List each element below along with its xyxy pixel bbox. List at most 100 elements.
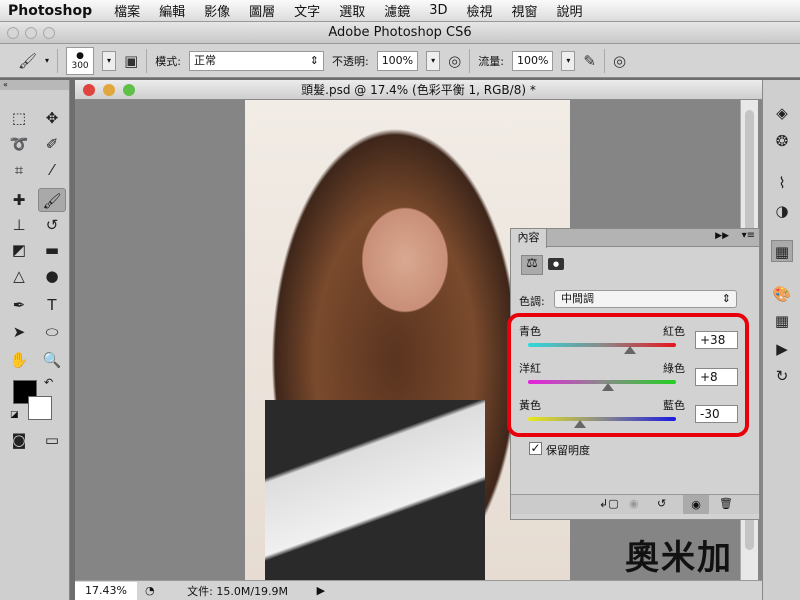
doc-zoom-button[interactable] [123,84,135,96]
status-menu-arrow[interactable]: ▶ [317,584,325,597]
airbrush-icon[interactable]: ✎ [583,52,596,70]
default-colors-icon[interactable]: ◪ [10,410,19,420]
layers-icon[interactable]: ◈ [771,102,793,124]
yellow-blue-slider-thumb[interactable] [573,420,586,428]
adjustment-icon[interactable]: ⚖ [521,255,543,275]
mode-label: 模式: [155,54,181,68]
cyan-red-slider[interactable] [528,343,676,347]
minimize-button[interactable] [25,27,37,39]
quick-select-tool-icon[interactable]: ✐ [38,132,66,156]
color-icon[interactable]: 🎨 [771,283,793,305]
doc-minimize-button[interactable] [103,84,115,96]
tool-preset-dropdown[interactable]: ▾ [45,56,49,65]
panel-collapse-icon[interactable]: « [0,80,69,90]
flow-dropdown[interactable]: ▾ [561,50,576,71]
brush-tool-icon[interactable]: 🖌 [18,52,37,70]
eraser-tool-icon[interactable]: ◩ [5,238,33,262]
magenta-green-slider-thumb[interactable] [601,383,614,391]
crop-tool-icon[interactable]: ⌗ [5,158,33,182]
history-icon[interactable]: ↻ [771,365,793,387]
clip-to-layer-icon[interactable]: ↲▢ [599,497,619,510]
shape-tool-icon[interactable]: ⬭ [38,320,66,344]
menu-image[interactable]: 影像 [204,1,230,20]
collapse-panel-icon[interactable]: ▶▶ [715,231,729,241]
reset-icon[interactable]: ↺ [657,497,666,510]
flow-input[interactable]: 100% [511,50,554,71]
actions-icon[interactable]: ▶ [771,338,793,360]
delete-icon[interactable]: 🗑 [719,497,733,510]
divider [146,48,148,73]
cyan-red-slider-thumb[interactable] [624,346,637,354]
menu-layer[interactable]: 圖層 [249,1,275,20]
doc-close-button[interactable] [83,84,95,96]
document-title: 頭髮.psd @ 17.4% (色彩平衡 1, RGB/8) * [301,83,536,97]
tab-properties[interactable]: 內容 [511,229,547,248]
clone-stamp-tool-icon[interactable]: ⊥ [5,213,33,237]
brush-panel-toggle-icon[interactable]: ▣ [124,52,138,70]
menu-view[interactable]: 檢視 [467,1,493,20]
properties-icon[interactable]: ▦ [771,240,793,262]
opacity-input[interactable]: 100% [376,50,419,71]
eyedropper-tool-icon[interactable]: ⁄ [38,158,66,182]
menu-window[interactable]: 視窗 [512,1,538,20]
menu-3d[interactable]: 3D [429,3,447,18]
close-button[interactable] [7,27,19,39]
properties-panel: 內容 ▶▶ ▾≡ ⚖ ● 色調: 中間調 ⇕ 青色 紅色 +38 洋紅 綠色 +8… [507,228,760,520]
paths-icon[interactable]: ⌇ [771,172,793,194]
file-info: 文件: 15.0M/19.9M [187,584,289,598]
brush-tool-icon[interactable]: 🖌 [38,188,66,212]
zoom-button[interactable] [43,27,55,39]
history-brush-tool-icon[interactable]: ↺ [38,213,66,237]
document-title-bar: 頭髮.psd @ 17.4% (色彩平衡 1, RGB/8) * [75,80,762,100]
screen-mode-icon[interactable]: ▭ [38,428,66,452]
visibility-eye-icon[interactable]: ◉ [683,495,709,514]
tone-select[interactable]: 中間調 ⇕ [554,290,737,308]
hand-tool-icon[interactable]: ✋ [5,348,33,372]
zoom-level[interactable]: 17.43% [75,581,137,600]
yellow-blue-slider[interactable] [528,417,676,421]
gradient-tool-icon[interactable]: ▬ [38,238,66,262]
app-menu[interactable]: Photoshop [8,3,92,19]
brush-preset-dropdown[interactable]: ▾ [102,50,117,71]
opacity-dropdown[interactable]: ▾ [426,50,441,71]
menu-filter[interactable]: 濾鏡 [384,1,410,20]
mask-icon[interactable]: ● [548,258,564,270]
app-title: Adobe Photoshop CS6 [328,25,472,40]
yellow-blue-value[interactable]: -30 [695,405,738,423]
menu-file[interactable]: 檔案 [114,1,140,20]
photo-clothing [265,400,485,580]
marquee-tool-icon[interactable]: ⬚ [5,106,33,130]
view-previous-icon[interactable]: ◉ [629,497,639,510]
mode-select[interactable]: 正常 ⇕ [188,50,324,71]
panel-menu-icon[interactable]: ▾≡ [742,230,755,241]
menu-select[interactable]: 選取 [339,1,365,20]
slider-2-left-label: 洋紅 [519,362,541,375]
background-color-swatch[interactable] [28,396,52,420]
dodge-tool-icon[interactable]: ● [38,264,66,288]
pressure-size-icon[interactable]: ◎ [613,52,626,70]
path-select-tool-icon[interactable]: ➤ [5,320,33,344]
lasso-tool-icon[interactable]: ➰ [5,132,33,156]
move-tool-icon[interactable]: ✥ [38,106,66,130]
blur-tool-icon[interactable]: △ [5,264,33,288]
swap-colors-icon[interactable]: ↶ [44,376,53,389]
menu-edit[interactable]: 編輯 [159,1,185,20]
status-options-icon[interactable]: ◔ [145,584,155,597]
panel-tab-bar: 內容 ▶▶ ▾≡ [511,229,759,248]
type-tool-icon[interactable]: T [38,293,66,317]
magenta-green-value[interactable]: +8 [695,368,738,386]
brush-preset-picker[interactable]: ● 300 [66,46,95,75]
tone-value: 中間調 [561,292,594,305]
cyan-red-value[interactable]: +38 [695,331,738,349]
menu-type[interactable]: 文字 [294,1,320,20]
preserve-luminosity-checkbox[interactable]: ✓ [529,442,542,455]
pressure-opacity-icon[interactable]: ◎ [448,52,461,70]
zoom-tool-icon[interactable]: 🔍 [38,348,66,372]
quick-mask-icon[interactable]: ◙ [5,428,33,452]
healing-brush-tool-icon[interactable]: ✚ [5,188,33,212]
channels-icon[interactable]: ❂ [771,130,793,152]
adjustments-icon[interactable]: ◑ [771,200,793,222]
pen-tool-icon[interactable]: ✒ [5,293,33,317]
swatches-icon[interactable]: ▦ [771,310,793,332]
menu-help[interactable]: 說明 [557,1,583,20]
